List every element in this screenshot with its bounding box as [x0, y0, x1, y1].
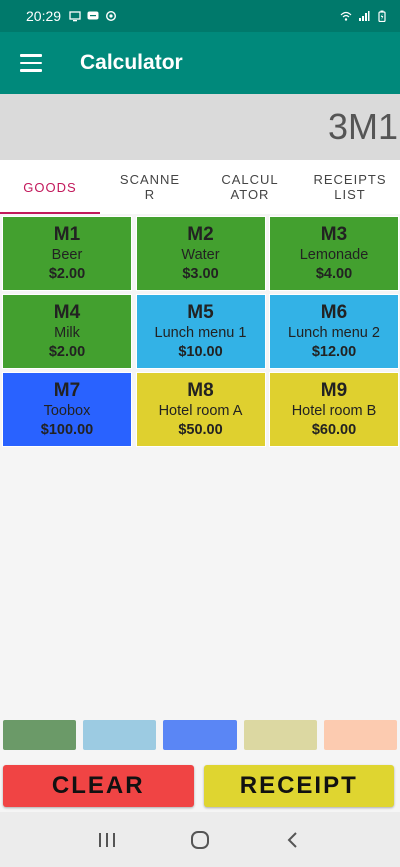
goods-price: $50.00 [178, 421, 223, 438]
wifi-icon [340, 11, 352, 21]
color-swatch-yellow[interactable] [243, 720, 317, 750]
color-swatch-row [3, 720, 398, 750]
goods-price: $2.00 [48, 265, 86, 282]
goods-name: Beer [51, 246, 83, 263]
goods-item-m9[interactable]: M9 Hotel room B $60.00 [269, 372, 399, 447]
receipt-button[interactable]: RECEIPT [203, 765, 394, 807]
clear-button[interactable]: CLEAR [3, 765, 194, 807]
app-title: Calculator [80, 51, 183, 74]
monitor-icon [69, 11, 81, 22]
tab-calculator[interactable]: CALCULATOR [200, 160, 300, 214]
goods-item-m3[interactable]: M3 Lemonade $4.00 [269, 216, 399, 291]
sync-icon [106, 10, 117, 22]
goods-name: Milk [54, 324, 80, 341]
goods-price: $3.00 [182, 265, 219, 282]
display-value: 3M1 [327, 106, 398, 147]
chat-icon [87, 11, 99, 20]
system-nav-bar [0, 812, 400, 867]
goods-item-m7[interactable]: M7 Toobox $100.00 [2, 372, 132, 447]
goods-price: $100.00 [40, 421, 94, 438]
goods-item-m1[interactable]: M1 Beer $2.00 [2, 216, 132, 291]
color-swatch-peach[interactable] [323, 720, 398, 750]
tab-scanner[interactable]: SCANNER [100, 160, 200, 214]
goods-item-m6[interactable]: M6 Lunch menu 2 $12.00 [269, 294, 399, 369]
goods-code: M9 [320, 379, 348, 401]
goods-name: Lunch menu 2 [288, 324, 380, 341]
goods-code: M8 [187, 379, 214, 401]
goods-name: Lemonade [299, 246, 369, 263]
tab-goods-label: GOODS [23, 179, 77, 195]
goods-price: $60.00 [311, 421, 357, 438]
color-swatch-light-blue[interactable] [83, 720, 157, 750]
tab-calculator-label: CALCULATOR [221, 172, 279, 202]
goods-name: Hotel room A [158, 402, 243, 419]
goods-price: $10.00 [178, 343, 223, 360]
tab-bar: GOODS SCANNER CALCULATOR RECEIPTS LIST [0, 160, 400, 214]
goods-item-m2[interactable]: M2 Water $3.00 [135, 216, 266, 291]
goods-name: Toobox [43, 402, 91, 419]
signal-icon [359, 11, 370, 21]
battery-icon [378, 10, 386, 22]
goods-name: Hotel room B [291, 402, 377, 419]
goods-code: M7 [53, 379, 81, 401]
recent-apps-icon[interactable] [87, 820, 127, 860]
goods-item-m8[interactable]: M8 Hotel room A $50.00 [135, 372, 266, 447]
back-icon[interactable] [273, 820, 313, 860]
goods-code: M5 [187, 301, 214, 323]
color-swatch-green[interactable] [3, 720, 77, 750]
goods-code: M6 [320, 301, 348, 323]
goods-item-m5[interactable]: M5 Lunch menu 1 $10.00 [135, 294, 266, 369]
tab-receipts-list[interactable]: RECEIPTS LIST [300, 160, 400, 214]
app-bar: Calculator [0, 32, 400, 94]
tab-receipts-list-label: RECEIPTS LIST [313, 172, 387, 202]
goods-item-m4[interactable]: M4 Milk $2.00 [2, 294, 132, 369]
tab-scanner-label: SCANNER [119, 172, 181, 202]
calculator-display: 3M1 [0, 94, 400, 160]
hamburger-menu-icon[interactable] [0, 32, 62, 94]
goods-code: M4 [53, 301, 81, 323]
goods-code: M2 [187, 223, 214, 245]
goods-price: $12.00 [311, 343, 357, 360]
action-buttons: CLEAR RECEIPT [3, 765, 394, 807]
goods-price: $4.00 [315, 265, 353, 282]
goods-name: Water [181, 246, 220, 263]
status-bar: 20:29 [0, 0, 400, 32]
status-time: 20:29 [26, 8, 62, 24]
color-swatch-blue[interactable] [163, 720, 237, 750]
goods-grid: M1 Beer $2.00 M2 Water $3.00 M3 Lemonade $4.00… [2, 216, 399, 447]
goods-price: $2.00 [48, 343, 86, 360]
tab-goods[interactable]: GOODS [0, 160, 100, 214]
goods-code: M3 [320, 223, 348, 245]
goods-name: Lunch menu 1 [154, 324, 247, 341]
goods-code: M1 [53, 223, 81, 245]
home-icon[interactable] [180, 820, 220, 860]
